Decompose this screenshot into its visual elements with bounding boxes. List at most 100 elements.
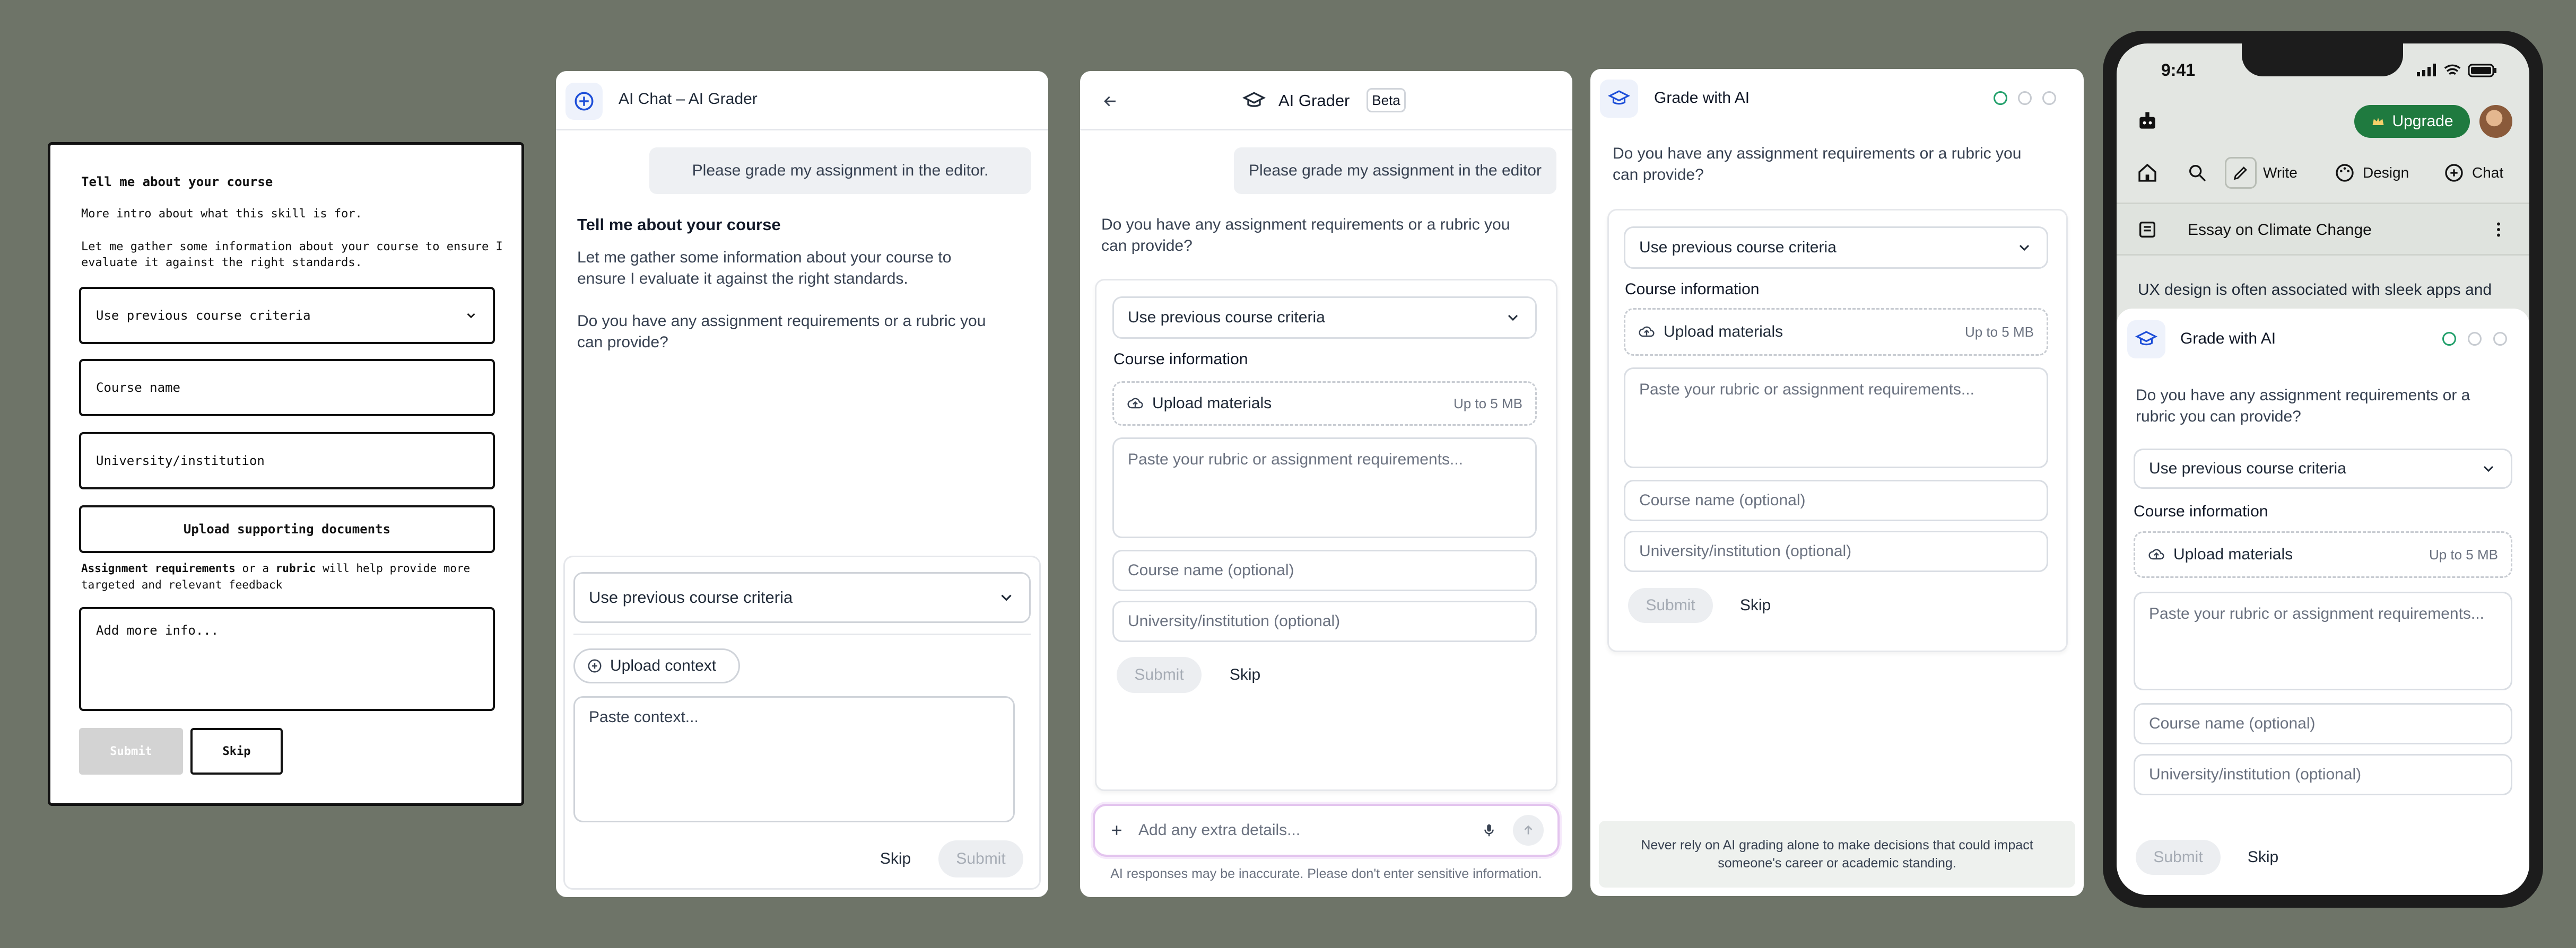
sheet-upload-materials[interactable]: Upload materials Up to 5 MB	[2134, 531, 2512, 578]
grade-upload-materials[interactable]: Upload materials Up to 5 MB	[1624, 308, 2048, 356]
grade-question: Do you have any assignment requirements …	[1613, 143, 2021, 186]
hint-line2: targeted and relevant feedback	[81, 578, 283, 591]
grade-question-line2: can provide?	[1613, 166, 1704, 183]
chat-header: AI Chat – AI Grader	[556, 71, 1048, 130]
back-arrow-icon[interactable]	[1101, 92, 1119, 110]
wireframe-hint: Assignment requirements or a rubric will…	[81, 560, 470, 593]
cloud-upload-icon	[1639, 326, 1655, 337]
wireframe-more-info-textarea[interactable]: Add more info...	[79, 607, 495, 711]
chat-criteria-select[interactable]: Use previous course criteria	[573, 572, 1031, 623]
grader-skip-button[interactable]: Skip	[1219, 657, 1272, 693]
sheet-question-line1: Do you have any assignment requirements …	[2136, 387, 2470, 404]
grader-course-info-label: Course information	[1113, 350, 1248, 368]
wireframe-course-name-field[interactable]: Course name	[79, 359, 495, 416]
grade-criteria-select[interactable]: Use previous course criteria	[1624, 226, 2048, 269]
sheet-course-name-placeholder: Course name (optional)	[2149, 715, 2316, 732]
grader-chat-input[interactable]: Add any extra details...	[1093, 804, 1560, 857]
wireframe-gather-line2: evaluate it against the right standards.	[81, 256, 362, 269]
grader-question-line1: Do you have any assignment requirements …	[1101, 216, 1510, 233]
grade-select-label: Use previous course criteria	[1639, 239, 1837, 256]
grader-header: AI Grader Beta	[1080, 71, 1572, 130]
upgrade-label: Upgrade	[2392, 112, 2453, 130]
phone-nav: Write Design Chat	[2130, 155, 2523, 192]
sheet-select-label: Use previous course criteria	[2149, 460, 2346, 477]
more-vertical-icon[interactable]	[2489, 220, 2508, 239]
phone-time: 9:41	[2161, 60, 2196, 80]
sheet-criteria-select[interactable]: Use previous course criteria	[2134, 449, 2512, 489]
sheet-submit-button[interactable]: Submit	[2136, 840, 2221, 875]
send-button[interactable]	[1513, 815, 1544, 846]
home-icon[interactable]	[2137, 162, 2158, 183]
grade-sheet: Grade with AI Do you have any assignment…	[2117, 309, 2529, 895]
grader-form-card: Use previous course criteria Course info…	[1095, 279, 1557, 791]
wifi-icon	[2444, 64, 2461, 75]
grade-footer-line2: someone's career or academic standing.	[1718, 856, 1956, 871]
chat-upload-context-button[interactable]: Upload context	[573, 648, 740, 683]
wireframe-university-placeholder: University/institution	[96, 453, 265, 468]
robot-icon[interactable]	[2136, 109, 2159, 133]
grade-submit-button[interactable]: Submit	[1628, 588, 1713, 623]
grade-university-field[interactable]: University/institution (optional)	[1624, 531, 2048, 572]
grade-with-ai-panel: Grade with AI Do you have any assignment…	[1590, 69, 2084, 896]
pen-icon	[2233, 166, 2247, 180]
grader-paste-placeholder: Paste your rubric or assignment requirem…	[1128, 451, 1463, 468]
avatar[interactable]	[2479, 105, 2512, 138]
chevron-down-icon	[2483, 466, 2494, 472]
sheet-upload-left: Upload materials	[2148, 546, 2293, 564]
nav-write[interactable]: Write	[2225, 155, 2304, 191]
grade-title: Grade with AI	[1654, 89, 1750, 107]
graduation-cap-icon	[1608, 90, 1630, 105]
step-dot-2	[2018, 91, 2032, 105]
sheet-course-info-label: Course information	[2134, 503, 2268, 520]
wireframe-submit-button[interactable]: Submit	[79, 728, 183, 775]
grader-university-placeholder: University/institution (optional)	[1128, 612, 1341, 630]
wireframe-university-field[interactable]: University/institution	[79, 432, 495, 489]
upgrade-button[interactable]: Upgrade	[2354, 105, 2470, 138]
document-row[interactable]: Essay on Climate Change	[2117, 203, 2529, 256]
grader-paste-rubric-textarea[interactable]: Paste your rubric or assignment requirem…	[1112, 437, 1537, 538]
grader-upload-materials[interactable]: Upload materials Up to 5 MB	[1112, 381, 1537, 426]
grade-upload-label: Upload materials	[1664, 323, 1783, 340]
plus-icon[interactable]	[1109, 822, 1125, 838]
grade-course-name-field[interactable]: Course name (optional)	[1624, 480, 2048, 521]
sheet-paste-rubric-textarea[interactable]: Paste your rubric or assignment requirem…	[2134, 592, 2512, 690]
chat-paste-context-textarea[interactable]: Paste context...	[573, 696, 1015, 822]
wireframe-course-name-placeholder: Course name	[96, 380, 180, 395]
sheet-university-field[interactable]: University/institution (optional)	[2134, 754, 2512, 795]
grader-upload-label: Upload materials	[1152, 394, 1272, 412]
grader-course-name-field[interactable]: Course name (optional)	[1112, 550, 1537, 591]
grader-criteria-select[interactable]: Use previous course criteria	[1112, 296, 1537, 339]
grade-paste-rubric-textarea[interactable]: Paste your rubric or assignment requirem…	[1624, 367, 2048, 468]
nav-write-label: Write	[2263, 164, 2297, 181]
sheet-skip-button[interactable]: Skip	[2236, 840, 2290, 875]
microphone-icon[interactable]	[1481, 822, 1497, 838]
grader-university-field[interactable]: University/institution (optional)	[1112, 601, 1537, 642]
sheet-upload-label: Upload materials	[2173, 546, 2293, 563]
sheet-university-placeholder: University/institution (optional)	[2149, 766, 2362, 783]
wireframe-upload-button[interactable]: Upload supporting documents	[79, 505, 495, 553]
grade-upload-limit: Up to 5 MB	[1964, 323, 2034, 340]
nav-chat[interactable]: Chat	[2443, 155, 2523, 191]
wireframe-skip-button[interactable]: Skip	[190, 728, 283, 775]
search-icon[interactable]	[2187, 162, 2208, 183]
sheet-course-name-field[interactable]: Course name (optional)	[2134, 703, 2512, 744]
wireframe-title: Tell me about your course	[81, 174, 273, 189]
grade-course-info-label: Course information	[1625, 280, 1760, 298]
grade-question-line1: Do you have any assignment requirements …	[1613, 145, 2022, 162]
chat-para2-line1: Do you have any assignment requirements …	[577, 312, 986, 330]
chat-form-card: Use previous course criteria Upload cont…	[563, 556, 1041, 890]
ai-grader-panel: AI Grader Beta Please grade my assignmen…	[1080, 71, 1572, 897]
grade-step-indicator	[1994, 91, 2068, 107]
chat-submit-button[interactable]: Submit	[938, 840, 1023, 877]
chat-para1-line2: ensure I evaluate it against the right s…	[577, 270, 908, 287]
sheet-question: Do you have any assignment requirements …	[2136, 385, 2470, 427]
grader-upload-limit: Up to 5 MB	[1453, 395, 1522, 411]
chat-skip-button[interactable]: Skip	[866, 840, 925, 877]
chat-heading: Tell me about your course	[577, 215, 781, 234]
grader-submit-button[interactable]: Submit	[1117, 657, 1202, 693]
grade-skip-button[interactable]: Skip	[1729, 588, 1782, 623]
cloud-upload-icon	[1127, 398, 1143, 409]
chat-paragraph: Let me gather some information about you…	[577, 247, 986, 353]
wireframe-criteria-select[interactable]: Use previous course criteria	[79, 287, 495, 344]
nav-design[interactable]: Design	[2334, 155, 2424, 191]
